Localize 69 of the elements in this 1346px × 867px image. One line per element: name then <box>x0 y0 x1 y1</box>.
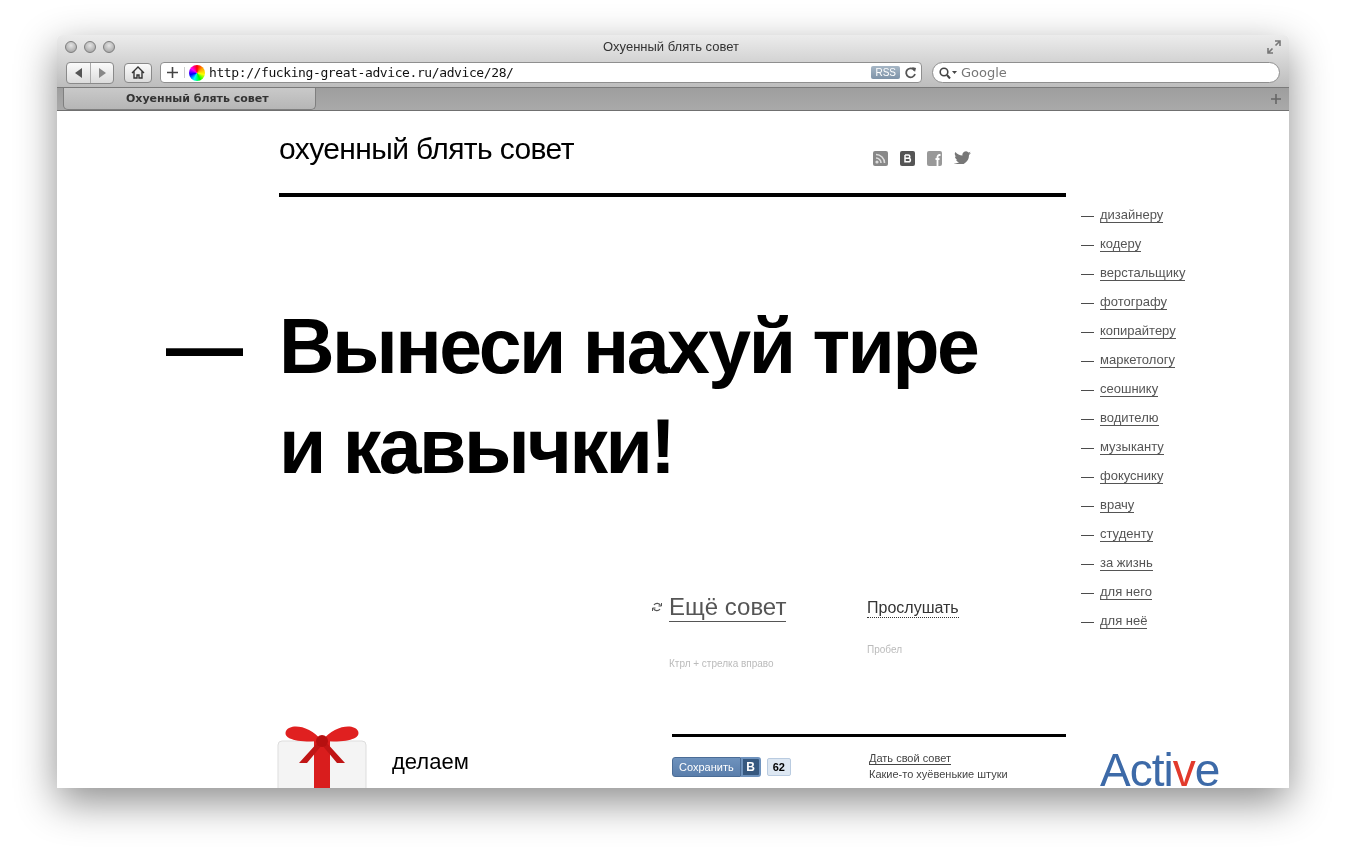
vk-icon[interactable] <box>900 151 915 166</box>
minimize-button[interactable] <box>84 40 96 53</box>
category-link[interactable]: врачу <box>1100 498 1135 513</box>
search-icon[interactable] <box>939 66 957 79</box>
list-dash: — <box>1081 352 1094 370</box>
home-button[interactable] <box>124 62 152 83</box>
list-dash: — <box>1081 323 1094 341</box>
sponsor-logo[interactable]: Active <box>1100 747 1289 788</box>
category-link[interactable]: для него <box>1100 585 1152 600</box>
new-tab-icon[interactable] <box>1271 94 1281 104</box>
category-link[interactable]: маркетологу <box>1100 353 1175 368</box>
fullscreen-icon[interactable] <box>1267 39 1281 54</box>
list-dash: — <box>1081 439 1094 457</box>
list-dash: — <box>1081 294 1094 312</box>
headline-dash: — <box>166 302 243 391</box>
forward-arrow-icon <box>98 67 106 78</box>
category-link[interactable]: фокуснику <box>1100 469 1164 484</box>
share-count: 62 <box>766 758 791 776</box>
site-logo[interactable]: охуенный блять совет <box>279 131 574 167</box>
list-dash: — <box>1081 265 1094 283</box>
category-link[interactable]: верстальщику <box>1100 266 1186 281</box>
next-advice-link[interactable]: Ещё совет <box>669 593 787 622</box>
shortcut-hint: Пробел <box>867 644 902 655</box>
listen-link[interactable]: Прослушать <box>867 599 959 618</box>
category-link[interactable]: водителю <box>1100 411 1159 426</box>
search-field[interactable]: Google <box>961 65 1273 80</box>
list-dash: — <box>1081 410 1094 428</box>
refresh-icon[interactable] <box>652 602 662 612</box>
list-dash: — <box>1081 613 1094 631</box>
window-title: Охуенный блять совет <box>602 39 740 54</box>
search-bar[interactable]: Google <box>932 62 1280 83</box>
category-link[interactable]: музыканту <box>1100 440 1164 455</box>
favicon-icon <box>189 64 205 81</box>
category-link[interactable]: кодеру <box>1100 237 1142 252</box>
footer-text: Какие-то хуёвенькие штуки <box>869 768 1008 780</box>
list-dash: — <box>1081 236 1094 254</box>
category-link[interactable]: фотографу <box>1100 295 1167 310</box>
add-bookmark-button[interactable] <box>167 67 185 78</box>
facebook-icon[interactable] <box>927 151 942 166</box>
save-button[interactable]: Сохранить <box>672 757 741 777</box>
plus-icon <box>167 67 178 78</box>
list-dash: — <box>1081 497 1094 515</box>
category-link[interactable]: за жизнь <box>1100 556 1153 571</box>
browser-tab[interactable]: Охуенный блять совет <box>63 88 316 110</box>
list-dash: — <box>1081 526 1094 544</box>
category-link[interactable]: сеошнику <box>1100 382 1159 397</box>
list-dash: — <box>1081 468 1094 486</box>
address-bar[interactable]: http://fucking-great-advice.ru/advice/28/ RSS <box>160 62 922 83</box>
reload-icon[interactable] <box>904 66 917 79</box>
category-link[interactable]: студенту <box>1100 527 1154 542</box>
shortcut-hint: Ктрл + стрелка вправо <box>669 658 774 669</box>
promo-text: делаем <box>392 749 469 775</box>
submit-advice-link[interactable]: Дать свой совет <box>869 752 951 765</box>
twitter-icon[interactable] <box>954 151 971 164</box>
category-link[interactable]: копирайтеру <box>1100 324 1176 339</box>
category-link[interactable]: дизайнеру <box>1100 208 1164 223</box>
house-icon <box>131 66 145 79</box>
back-arrow-icon <box>74 67 83 78</box>
list-dash: — <box>1081 555 1094 573</box>
list-dash: — <box>1081 381 1094 399</box>
close-button[interactable] <box>65 40 77 53</box>
url-field[interactable]: http://fucking-great-advice.ru/advice/28/ <box>209 65 868 80</box>
zoom-button[interactable] <box>103 40 115 53</box>
list-dash: — <box>1081 584 1094 602</box>
list-dash: — <box>1081 207 1094 225</box>
vk-badge[interactable]: В <box>740 757 761 777</box>
rss-icon[interactable] <box>873 151 888 166</box>
advice-headline: Вынеси нахуй тире и кавычки! <box>279 302 979 491</box>
category-link[interactable]: для неё <box>1100 614 1148 629</box>
